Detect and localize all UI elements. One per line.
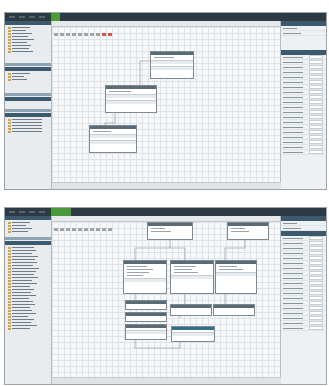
flow-node-header xyxy=(228,223,268,226)
property-row[interactable] xyxy=(281,326,326,331)
flow-node-header xyxy=(216,261,256,264)
screenshot-top xyxy=(4,12,327,190)
flow-node-header xyxy=(171,261,213,264)
property-row[interactable] xyxy=(281,150,326,155)
flow-node-port[interactable] xyxy=(126,330,166,334)
property-value[interactable] xyxy=(309,301,323,305)
property-value[interactable] xyxy=(309,70,323,74)
flow-node[interactable] xyxy=(123,260,167,294)
flow-node[interactable] xyxy=(227,222,269,240)
property-value[interactable] xyxy=(309,80,323,84)
flow-node-header xyxy=(124,261,166,264)
status-bar xyxy=(52,377,281,384)
flow-node[interactable] xyxy=(170,304,212,316)
property-value[interactable] xyxy=(309,55,323,59)
status-bar xyxy=(52,182,281,189)
property-value[interactable] xyxy=(309,326,323,330)
property-value[interactable] xyxy=(309,105,323,109)
property-value[interactable] xyxy=(309,135,323,139)
property-value[interactable] xyxy=(309,65,323,69)
property-value[interactable] xyxy=(309,140,323,144)
properties-panel xyxy=(280,21,326,189)
property-value[interactable] xyxy=(309,150,323,154)
flow-node-port[interactable] xyxy=(106,100,156,104)
property-value[interactable] xyxy=(309,246,323,250)
flow-node[interactable] xyxy=(125,300,167,310)
flow-node[interactable] xyxy=(105,85,157,113)
flow-node-port[interactable] xyxy=(124,278,166,282)
property-value[interactable] xyxy=(309,321,323,325)
property-value[interactable] xyxy=(309,296,323,300)
property-value[interactable] xyxy=(309,241,323,245)
flow-node[interactable] xyxy=(125,324,167,340)
flow-node-header xyxy=(151,52,193,55)
property-value[interactable] xyxy=(309,60,323,64)
flow-node-header xyxy=(148,223,192,226)
flow-node[interactable] xyxy=(89,125,137,153)
flow-node-header xyxy=(171,305,211,308)
property-value[interactable] xyxy=(309,236,323,240)
flow-node-header xyxy=(214,305,254,308)
property-value[interactable] xyxy=(309,125,323,129)
flow-node-port[interactable] xyxy=(216,272,256,276)
property-value[interactable] xyxy=(309,306,323,310)
property-value[interactable] xyxy=(309,85,323,89)
flow-node[interactable] xyxy=(170,260,214,294)
connector-lines xyxy=(104,60,150,128)
flow-node-port[interactable] xyxy=(106,94,156,98)
flow-node-port[interactable] xyxy=(151,66,193,70)
flow-node-header xyxy=(90,126,136,129)
flow-node-selected[interactable] xyxy=(171,326,215,342)
flow-node-header xyxy=(126,301,166,304)
flow-node[interactable] xyxy=(147,222,193,240)
property-value[interactable] xyxy=(309,281,323,285)
flow-node[interactable] xyxy=(150,51,194,79)
property-value[interactable] xyxy=(309,311,323,315)
flow-node[interactable] xyxy=(125,312,167,322)
screenshot-bottom xyxy=(4,207,327,385)
property-value[interactable] xyxy=(309,100,323,104)
property-value[interactable] xyxy=(309,261,323,265)
properties-panel xyxy=(280,216,326,384)
property-value[interactable] xyxy=(309,251,323,255)
flow-node-port[interactable] xyxy=(172,332,214,336)
property-value[interactable] xyxy=(309,75,323,79)
property-value[interactable] xyxy=(309,95,323,99)
flow-node-port[interactable] xyxy=(151,60,193,64)
property-value[interactable] xyxy=(309,266,323,270)
property-value[interactable] xyxy=(309,145,323,149)
property-value[interactable] xyxy=(309,110,323,114)
property-value[interactable] xyxy=(309,90,323,94)
flow-node-header xyxy=(106,86,156,89)
property-value[interactable] xyxy=(309,271,323,275)
property-value[interactable] xyxy=(309,316,323,320)
property-value[interactable] xyxy=(309,115,323,119)
flow-node-port[interactable] xyxy=(90,140,136,144)
flow-node-port[interactable] xyxy=(171,275,213,279)
flow-node-port[interactable] xyxy=(90,134,136,138)
flow-node-header xyxy=(172,327,214,330)
flow-node[interactable] xyxy=(213,304,255,316)
property-value[interactable] xyxy=(309,291,323,295)
flow-node-header xyxy=(126,325,166,328)
property-value[interactable] xyxy=(309,286,323,290)
property-value[interactable] xyxy=(309,130,323,134)
property-value[interactable] xyxy=(309,276,323,280)
property-value[interactable] xyxy=(309,256,323,260)
flow-node-header xyxy=(126,313,166,316)
flow-node[interactable] xyxy=(215,260,257,294)
property-value[interactable] xyxy=(309,120,323,124)
